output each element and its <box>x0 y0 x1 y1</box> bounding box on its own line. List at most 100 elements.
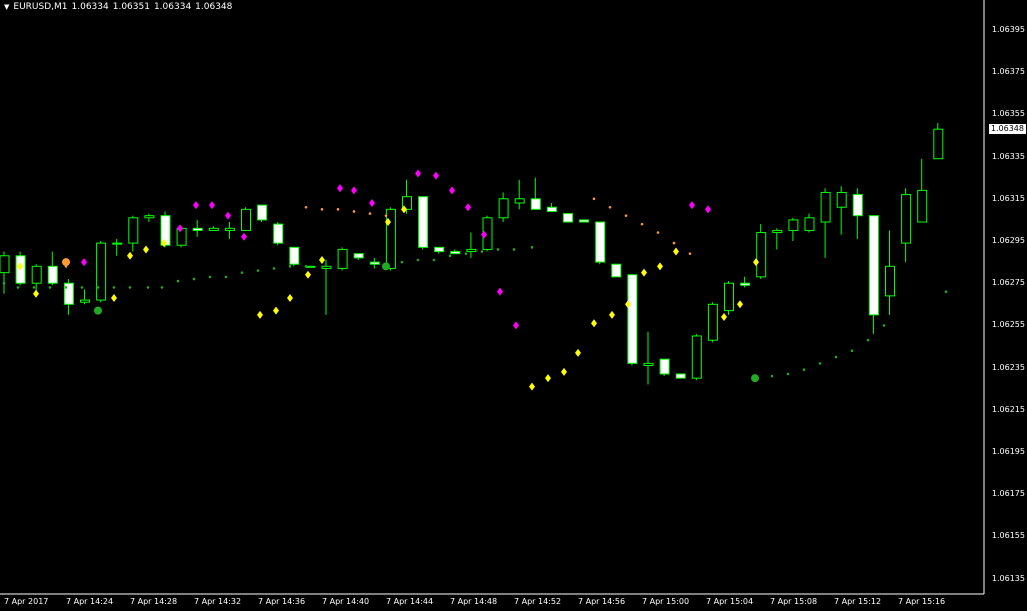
candle[interactable] <box>611 263 622 278</box>
green-dot <box>2 281 6 285</box>
time-tick-label: 7 Apr 15:04 <box>706 597 754 606</box>
candle-body <box>563 213 573 223</box>
time-tick-label: 7 Apr 14:28 <box>130 597 178 606</box>
time-tick-label: 7 Apr 15:08 <box>770 597 818 606</box>
candle-body <box>836 191 847 208</box>
green-dot <box>272 267 276 270</box>
price-chart[interactable] <box>0 0 1027 611</box>
orange-dot <box>624 214 628 217</box>
green-dot <box>464 252 468 255</box>
candle[interactable] <box>659 358 670 377</box>
candle-body <box>273 223 284 244</box>
candle-body <box>611 263 622 278</box>
green-dot <box>96 286 100 289</box>
candle[interactable] <box>257 204 268 223</box>
green-dot <box>176 279 180 283</box>
price-tick-label: 1.06395 <box>991 25 1025 34</box>
candle-body <box>450 251 461 255</box>
candle-body <box>289 246 300 265</box>
green-dot <box>834 355 838 359</box>
candle-body <box>0 255 10 274</box>
candle-body <box>724 282 734 312</box>
candle-body <box>707 303 718 341</box>
orange-dot <box>672 241 676 245</box>
price-tick-label: 1.06255 <box>991 320 1025 330</box>
candle-body <box>659 358 670 375</box>
candle[interactable] <box>595 221 606 265</box>
time-tick-label: 7 Apr 15:12 <box>834 597 882 606</box>
green-dot <box>400 260 404 264</box>
candle-body <box>208 227 219 231</box>
green-dot <box>786 372 790 376</box>
time-tick-label: 7 Apr 14:32 <box>194 597 242 606</box>
candle[interactable] <box>418 196 429 250</box>
open-price: 1.06334 <box>71 2 109 12</box>
candle[interactable] <box>579 219 590 223</box>
candle[interactable] <box>627 274 638 366</box>
candle-body <box>514 198 525 204</box>
candle-body <box>385 208 396 269</box>
time-tick-label: 7 Apr 14:36 <box>258 597 306 606</box>
green-dot <box>944 290 948 293</box>
candle-body <box>80 299 90 303</box>
green-dot <box>448 254 452 258</box>
green-dot <box>80 286 84 289</box>
price-tick-label: 1.06275 <box>991 278 1025 288</box>
triangle-down-icon[interactable]: ▼ <box>4 3 9 11</box>
candle-body <box>128 217 139 244</box>
candle-body <box>144 215 155 219</box>
candle[interactable] <box>675 373 686 379</box>
time-tick-label: 7 Apr 15:00 <box>642 597 690 606</box>
candle[interactable] <box>707 302 718 343</box>
green-marker <box>382 262 390 271</box>
green-dot <box>512 248 516 251</box>
green-dot <box>224 275 228 279</box>
price-tick-label: 1.06195 <box>991 447 1025 456</box>
candle-body <box>917 189 928 223</box>
time-tick-label: 7 Apr 15:16 <box>898 597 946 606</box>
candle[interactable] <box>563 213 573 223</box>
price-tick-label: 1.06155 <box>991 531 1025 541</box>
candle-body <box>691 335 702 379</box>
time-tick-label: 7 Apr 14:24 <box>66 597 114 606</box>
candle-body <box>852 194 863 217</box>
current-price-tag: 1.06348 <box>988 124 1026 135</box>
chart-window[interactable]: ▼ EURUSD,M1 1.06334 1.06351 1.06334 1.06… <box>0 0 1027 611</box>
time-tick-label: 7 Apr 14:48 <box>450 597 498 606</box>
candle-body <box>337 248 348 269</box>
price-tick-label: 1.06355 <box>991 109 1025 119</box>
candle-body <box>643 362 654 366</box>
candle[interactable] <box>756 224 767 279</box>
green-dot <box>192 277 196 281</box>
orange-dot <box>592 197 596 201</box>
price-tick-label: 1.06175 <box>991 489 1025 499</box>
candle[interactable] <box>241 207 251 231</box>
candle[interactable] <box>385 207 396 271</box>
candle-body <box>369 261 380 265</box>
candle-body <box>885 265 895 297</box>
candle-body <box>31 265 42 284</box>
green-dot <box>866 338 870 342</box>
green-dot <box>112 286 116 289</box>
candle[interactable] <box>724 281 734 315</box>
candle[interactable] <box>337 247 348 271</box>
candle-body <box>466 248 477 253</box>
candle[interactable] <box>289 246 300 267</box>
orange-dot <box>304 205 308 209</box>
candle[interactable] <box>96 241 107 303</box>
orange-dot <box>688 252 692 255</box>
candle-body <box>176 227 187 246</box>
candle-body <box>224 227 235 231</box>
green-dot <box>818 362 822 365</box>
green-dot <box>16 286 20 289</box>
low-price: 1.06334 <box>153 2 192 12</box>
candle-body <box>47 265 58 284</box>
candle-body <box>434 246 445 253</box>
candle-body <box>804 217 815 231</box>
candle[interactable] <box>691 333 702 381</box>
candle-body <box>788 219 799 231</box>
candle-body <box>418 196 429 248</box>
green-marker <box>751 374 759 383</box>
candle[interactable] <box>273 222 284 246</box>
candle-body <box>353 253 364 259</box>
